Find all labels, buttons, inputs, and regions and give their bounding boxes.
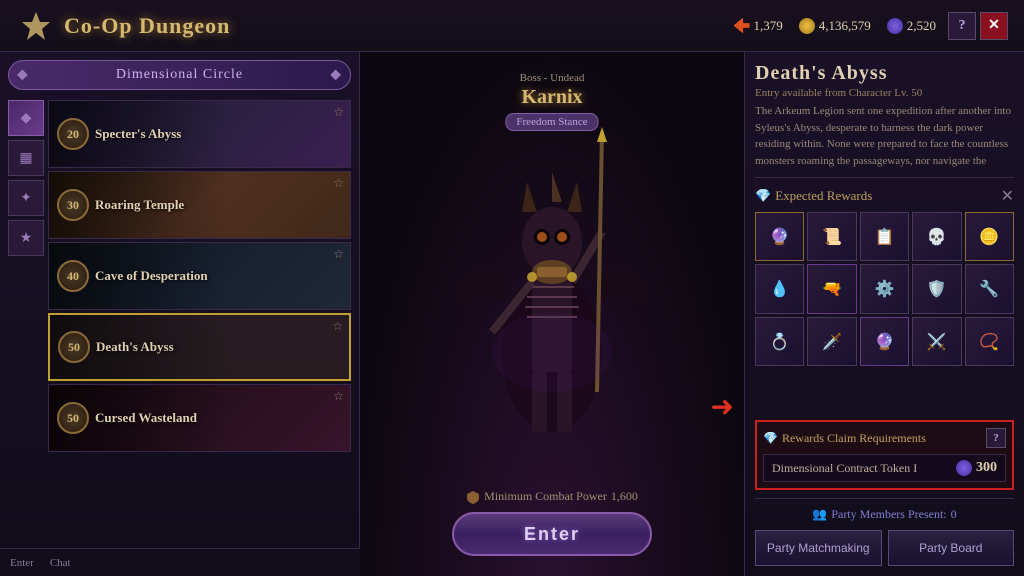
left-panel: Dimensional Circle ◆ ▦ ✦ ★ 20 Specter's … [0, 52, 360, 576]
level-badge: 50 [57, 402, 89, 434]
claim-cost: 300 [956, 460, 997, 476]
item-content: 40 Cave of Desperation [49, 260, 350, 292]
arrow-icon [734, 18, 750, 34]
reward-item: 🗡️ [807, 317, 856, 366]
reward-item: 🔫 [807, 264, 856, 313]
reward-item: 🔮 [755, 212, 804, 261]
dungeon-subtitle: Entry available from Character Lv. 50 [755, 87, 1014, 99]
dungeon-name: Roaring Temple [95, 197, 184, 213]
dungeon-name: Cursed Wasteland [95, 410, 197, 426]
reward-item: ⚙️ [860, 264, 909, 313]
party-board-button[interactable]: Party Board [888, 530, 1015, 566]
boss-name: Karnix [505, 86, 598, 109]
party-buttons: Party Matchmaking Party Board [755, 530, 1014, 566]
item-content: 50 Cursed Wasteland [49, 402, 350, 434]
claim-row: Dimensional Contract Token I 300 [763, 454, 1006, 482]
dungeon-name: Death's Abyss [96, 339, 174, 355]
party-members-count: 👥 Party Members Present: 0 [755, 507, 1014, 522]
rewards-grid: 🔮 📜 📋 💀 🪙 💧 🔫 ⚙️ 🛡️ 🔧 💍 🗡️ 🔮 ⚔️ 📿 [755, 212, 1014, 366]
reward-item: 📋 [860, 212, 909, 261]
boss-info: Boss - Undead Karnix Freedom Stance [505, 72, 598, 131]
dungeon-item[interactable]: 40 Cave of Desperation ☆ [48, 242, 351, 310]
window-controls: ? ✕ [948, 12, 1008, 40]
reward-item: ⚔️ [912, 317, 961, 366]
enter-bar: Minimum Combat Power 1,600 Enter [452, 489, 652, 556]
reward-item: 💍 [755, 317, 804, 366]
boss-stance: Freedom Stance [505, 113, 598, 131]
section-header: Dimensional Circle [8, 60, 351, 90]
claim-help-button[interactable]: ? [986, 428, 1006, 448]
claim-header: 💎 Rewards Claim Requirements ? [763, 428, 1006, 448]
shield-icon [466, 490, 480, 504]
close-button[interactable]: ✕ [980, 12, 1008, 40]
party-matchmaking-button[interactable]: Party Matchmaking [755, 530, 882, 566]
reward-item: 💧 [755, 264, 804, 313]
right-panel: Death's Abyss Entry available from Chara… [744, 52, 1024, 576]
resource-arrows: 1,379 [734, 18, 783, 34]
reward-item: 💀 [912, 212, 961, 261]
main-content: Dimensional Circle ◆ ▦ ✦ ★ 20 Specter's … [0, 52, 1024, 576]
dungeon-title-box: Death's Abyss Entry available from Chara… [755, 62, 1014, 178]
reward-item: 🛡️ [912, 264, 961, 313]
reward-item: 📜 [807, 212, 856, 261]
level-badge: 50 [58, 331, 90, 363]
title-ornament [16, 11, 56, 41]
help-button[interactable]: ? [948, 12, 976, 40]
topbar: Co-Op Dungeon 1,379 4,136,579 2,520 ? ✕ [0, 0, 1024, 52]
party-icon: 👥 [812, 507, 827, 522]
nav-plus[interactable]: ✦ [8, 180, 44, 216]
reward-item: 🔮 [860, 317, 909, 366]
claim-item-name: Dimensional Contract Token I [772, 461, 917, 476]
resource-bar: 1,379 4,136,579 2,520 [734, 18, 937, 34]
nav-diamond[interactable]: ◆ [8, 100, 44, 136]
center-panel: Boss - Undead Karnix Freedom Stance [360, 52, 744, 576]
reward-item: 🔧 [965, 264, 1014, 313]
min-power: Minimum Combat Power 1,600 [466, 489, 638, 504]
boss-svg [442, 72, 662, 492]
nav-icons: ◆ ▦ ✦ ★ [8, 100, 44, 452]
coin-icon [799, 18, 815, 34]
dungeon-item-selected[interactable]: 50 Death's Abyss ☆ [48, 313, 351, 381]
item-content: 50 Death's Abyss [50, 331, 349, 363]
gem-icon [887, 18, 903, 34]
rewards-section: 💎 Expected Rewards ✕ 🔮 📜 📋 💀 🪙 💧 🔫 ⚙️ 🛡️… [755, 186, 1014, 412]
rewards-label: 💎 Expected Rewards [755, 188, 872, 204]
reward-item: 🪙 [965, 212, 1014, 261]
level-badge: 20 [57, 118, 89, 150]
enter-button[interactable]: Enter [452, 512, 652, 556]
level-badge: 30 [57, 189, 89, 221]
claim-requirements-box: 💎 Rewards Claim Requirements ? Dimension… [755, 420, 1014, 490]
red-arrow-indicator: ➜ [711, 390, 734, 424]
nav-star[interactable]: ★ [8, 220, 44, 256]
token-icon [956, 460, 972, 476]
gem-icon-small: 💎 [763, 431, 778, 446]
rewards-header: 💎 Expected Rewards ✕ [755, 186, 1014, 206]
page-title: Co-Op Dungeon [64, 13, 230, 39]
enter-bottom-button[interactable]: Enter [10, 557, 34, 569]
dungeon-list: 20 Specter's Abyss ☆ 30 Roaring Temple ☆ [48, 100, 351, 452]
level-badge: 40 [57, 260, 89, 292]
resource-coins: 4,136,579 [799, 18, 871, 34]
dungeon-name: Specter's Abyss [95, 126, 181, 142]
resource-gems: 2,520 [887, 18, 936, 34]
item-content: 20 Specter's Abyss [49, 118, 350, 150]
nav-prison[interactable]: ▦ [8, 140, 44, 176]
party-section: 👥 Party Members Present: 0 Party Matchma… [755, 498, 1014, 566]
bottom-bar: Enter Chat [0, 548, 360, 576]
claim-label: 💎 Rewards Claim Requirements [763, 431, 926, 446]
dungeon-item[interactable]: 50 Cursed Wasteland ☆ [48, 384, 351, 452]
item-content: 30 Roaring Temple [49, 189, 350, 221]
dungeon-item[interactable]: 20 Specter's Abyss ☆ [48, 100, 351, 168]
gem-small-icon: 💎 [755, 188, 771, 204]
dungeon-item[interactable]: 30 Roaring Temple ☆ [48, 171, 351, 239]
dungeon-nav: ◆ ▦ ✦ ★ 20 Specter's Abyss ☆ [8, 100, 351, 452]
dungeon-description: The Arkeum Legion sent one expedition af… [755, 103, 1014, 169]
boss-type: Boss - Undead [505, 72, 598, 84]
rewards-info-icon[interactable]: ✕ [1001, 186, 1014, 206]
dungeon-name: Cave of Desperation [95, 268, 208, 284]
chat-button[interactable]: Chat [50, 557, 71, 569]
reward-item: 📿 [965, 317, 1014, 366]
dungeon-detail-title: Death's Abyss [755, 62, 1014, 85]
